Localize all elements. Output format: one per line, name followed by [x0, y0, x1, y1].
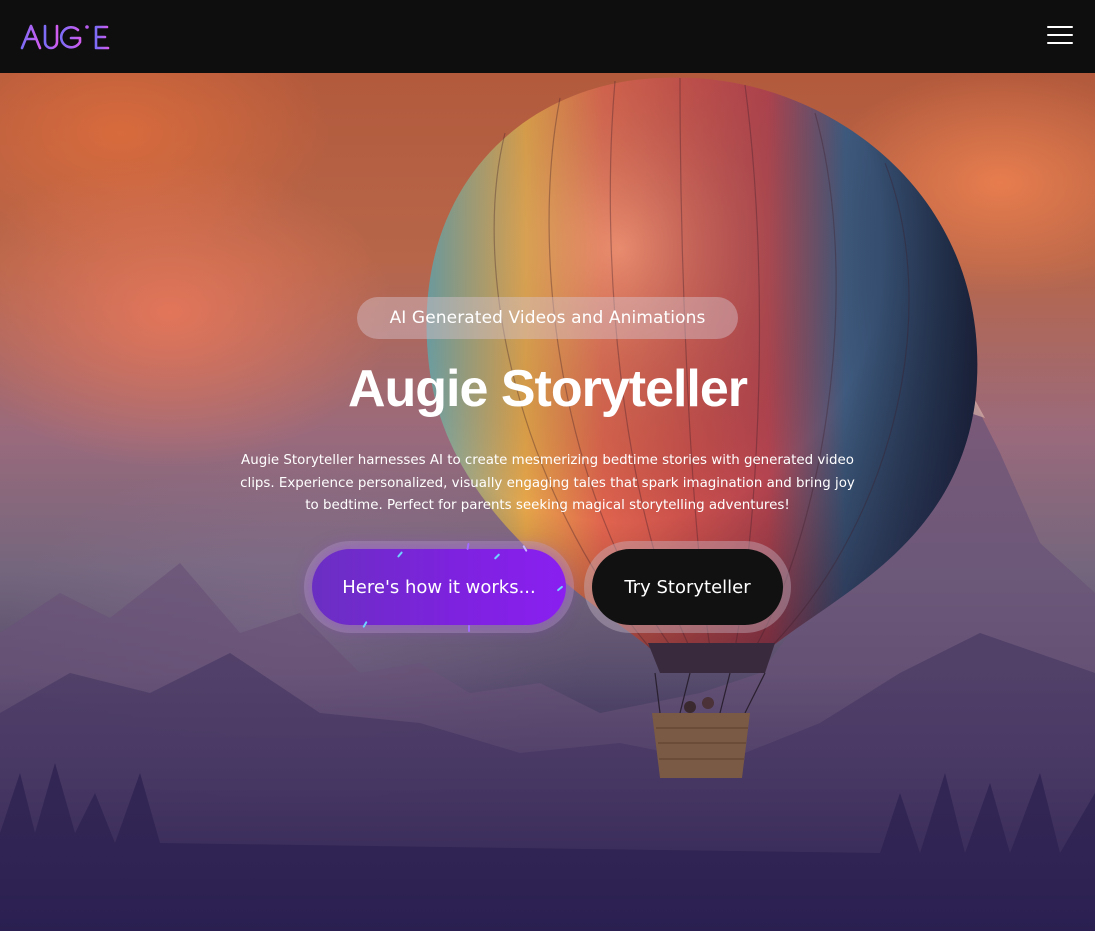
- hamburger-menu-icon[interactable]: [1047, 22, 1073, 48]
- how-it-works-button[interactable]: Here's how it works...: [312, 549, 566, 625]
- category-chip: AI Generated Videos and Animations: [357, 297, 738, 339]
- sparkle-icon: [468, 625, 470, 632]
- hero-section: AI Generated Videos and Animations Augie…: [0, 73, 1095, 931]
- menu-line: [1047, 26, 1073, 28]
- top-navigation-bar: [0, 0, 1095, 73]
- menu-line: [1047, 34, 1073, 36]
- try-storyteller-button[interactable]: Try Storyteller: [592, 549, 783, 625]
- try-storyteller-button-frame: Try Storyteller: [584, 541, 791, 633]
- page-title: Augie Storyteller: [347, 360, 748, 418]
- how-it-works-button-frame: Here's how it works...: [304, 541, 574, 633]
- menu-line: [1047, 42, 1073, 44]
- augie-logo[interactable]: [20, 18, 112, 54]
- hero-description: Augie Storyteller harnesses AI to create…: [240, 453, 855, 513]
